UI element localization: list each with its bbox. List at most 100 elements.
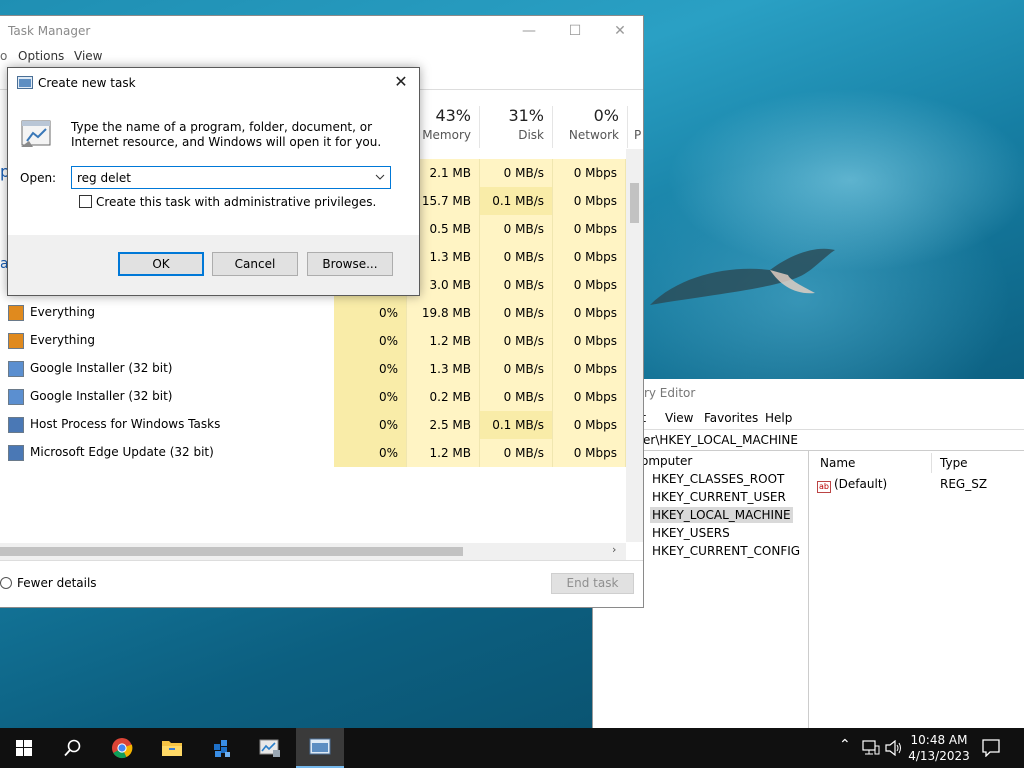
process-name: Host Process for Windows Tasks [30, 417, 221, 431]
tree-root-computer[interactable]: omputer [641, 454, 692, 468]
cpu-cell: 0% [334, 383, 407, 411]
memory-cell: 1.2 MB [407, 439, 480, 467]
network-cell: 0 Mbps [553, 243, 626, 271]
search-icon [64, 739, 81, 757]
minimize-button[interactable]: — [506, 16, 552, 46]
open-combobox[interactable] [71, 166, 391, 189]
network-cell: 0 Mbps [553, 271, 626, 299]
wallpaper-swimmer [650, 248, 835, 305]
col-disk-pct: 31% [508, 106, 544, 125]
regedit-menu-help[interactable]: Help [765, 411, 792, 425]
browse-button[interactable]: Browse... [307, 252, 393, 276]
ok-button[interactable]: OK [118, 252, 204, 276]
tree-hkey-current-config[interactable]: HKEY_CURRENT_CONFIG [650, 543, 802, 559]
disk-cell: 0 MB/s [480, 439, 553, 467]
create-new-task-dialog[interactable]: Create new task ✕ Type the name of a pro… [7, 67, 420, 296]
chevron-down-icon[interactable] [374, 171, 386, 183]
close-button[interactable]: ✕ [597, 16, 643, 46]
run-dialog-icon [309, 738, 331, 755]
table-row[interactable]: Everything 0% 1.2 MB 0 MB/s 0 Mbps [0, 327, 626, 355]
network-cell: 0 Mbps [553, 215, 626, 243]
tree-hkey-current-user[interactable]: HKEY_CURRENT_USER [650, 489, 788, 505]
task-manager-titlebar[interactable]: Task Manager — ☐ ✕ [0, 16, 643, 47]
network-icon[interactable] [862, 740, 880, 756]
menu-file-partial[interactable]: o [0, 49, 7, 63]
chrome-taskbar-button[interactable] [98, 728, 146, 768]
process-name: Everything [30, 305, 95, 319]
task-manager-taskbar-button[interactable] [246, 728, 294, 768]
maximize-button[interactable]: ☐ [552, 16, 598, 46]
col-network-label: Network [568, 128, 619, 142]
vscroll-thumb[interactable] [630, 183, 639, 223]
network-cell: 0 Mbps [553, 355, 626, 383]
network-cell: 0 Mbps [553, 327, 626, 355]
disk-cell: 0 MB/s [480, 299, 553, 327]
search-button[interactable] [48, 728, 96, 768]
start-button[interactable] [0, 728, 48, 768]
process-list-hscrollbar[interactable]: › [0, 543, 626, 560]
regedit-value-name: (Default) [834, 477, 888, 491]
regedit-value-row[interactable]: ab (Default) [817, 477, 887, 493]
memory-cell: 0.2 MB [407, 383, 480, 411]
table-row[interactable]: Google Installer (32 bit) 0% 0.2 MB 0 MB/s 0… [0, 383, 626, 411]
col-memory[interactable]: 43% Memory [420, 106, 480, 148]
disk-cell: 0 MB/s [480, 327, 553, 355]
process-name: Google Installer (32 bit) [30, 389, 173, 403]
process-name: Google Installer (32 bit) [30, 361, 173, 375]
regedit-col-name[interactable]: Name [820, 456, 855, 470]
col-network[interactable]: 0% Network [553, 106, 628, 148]
menu-view[interactable]: View [74, 49, 102, 63]
process-icon [8, 417, 24, 433]
dialog-body: Type the name of a program, folder, docu… [8, 97, 419, 235]
dialog-title: Create new task [38, 76, 136, 90]
action-center-icon[interactable] [982, 739, 1000, 757]
taskbar: ⌃ 10:48 AM 4/13/2023 [0, 728, 1024, 768]
admin-privileges-checkbox[interactable]: Create this task with administrative pri… [79, 195, 376, 209]
process-icon [8, 445, 24, 461]
cancel-button[interactable]: Cancel [212, 252, 298, 276]
taskbar-clock[interactable]: 10:48 AM 4/13/2023 [908, 732, 970, 764]
hscroll-thumb[interactable] [0, 547, 463, 556]
col-power-label: P [634, 128, 642, 142]
regedit-menu-view[interactable]: View [665, 411, 693, 425]
table-row[interactable]: Host Process for Windows Tasks 0% 2.5 MB 0.… [0, 411, 626, 439]
checkbox-box[interactable] [79, 195, 92, 208]
memory-cell: 1.3 MB [407, 355, 480, 383]
table-row[interactable]: Google Installer (32 bit) 0% 1.3 MB 0 MB/s 0… [0, 355, 626, 383]
col-disk-label: Disk [518, 128, 544, 142]
file-explorer-taskbar-button[interactable] [148, 728, 196, 768]
open-input[interactable] [77, 170, 367, 185]
scroll-right-arrow-icon[interactable]: › [612, 543, 616, 556]
regedit-menu-favorites[interactable]: Favorites [704, 411, 758, 425]
process-name: Everything [30, 333, 95, 347]
disk-cell: 0 MB/s [480, 271, 553, 299]
tree-hkey-local-machine[interactable]: HKEY_LOCAL_MACHINE [650, 507, 793, 523]
network-cell: 0 Mbps [553, 187, 626, 215]
tree-hkey-users[interactable]: HKEY_USERS [650, 525, 732, 541]
volume-icon[interactable] [885, 740, 903, 756]
tree-hkey-classes-root[interactable]: HKEY_CLASSES_ROOT [650, 471, 786, 487]
regedit-address-bar[interactable]: er\HKEY_LOCAL_MACHINE [593, 429, 1024, 451]
show-hidden-icons-icon[interactable]: ⌃ [839, 737, 851, 753]
col-disk[interactable]: 31% Disk [480, 106, 553, 148]
dialog-close-button[interactable]: ✕ [387, 70, 415, 94]
registry-editor-taskbar-button[interactable] [198, 728, 246, 768]
cpu-cell: 0% [334, 355, 407, 383]
regedit-col-separator [931, 453, 932, 473]
program-window-icon [21, 120, 51, 147]
menu-options[interactable]: Options [18, 49, 64, 63]
run-dialog-taskbar-button[interactable] [296, 728, 344, 768]
disk-cell: 0 MB/s [480, 383, 553, 411]
registry-editor-window[interactable]: stry Editor it View Favorites Help er\HK… [592, 379, 1024, 728]
cpu-cell: 0% [334, 299, 407, 327]
col-power-partial[interactable]: P [628, 106, 643, 148]
table-row[interactable]: Microsoft Edge Update (32 bit) 0% 1.2 MB 0 … [0, 439, 626, 467]
regedit-col-type[interactable]: Type [940, 456, 968, 470]
dialog-titlebar[interactable]: Create new task ✕ [8, 68, 419, 97]
process-list-vscrollbar[interactable] [626, 149, 643, 542]
fewer-details-button[interactable]: Fewer details [0, 576, 97, 590]
table-row[interactable]: Everything 0% 19.8 MB 0 MB/s 0 Mbps [0, 299, 626, 327]
end-task-button[interactable]: End task [551, 573, 634, 594]
file-explorer-icon [162, 741, 182, 756]
cpu-cell: 0% [334, 411, 407, 439]
